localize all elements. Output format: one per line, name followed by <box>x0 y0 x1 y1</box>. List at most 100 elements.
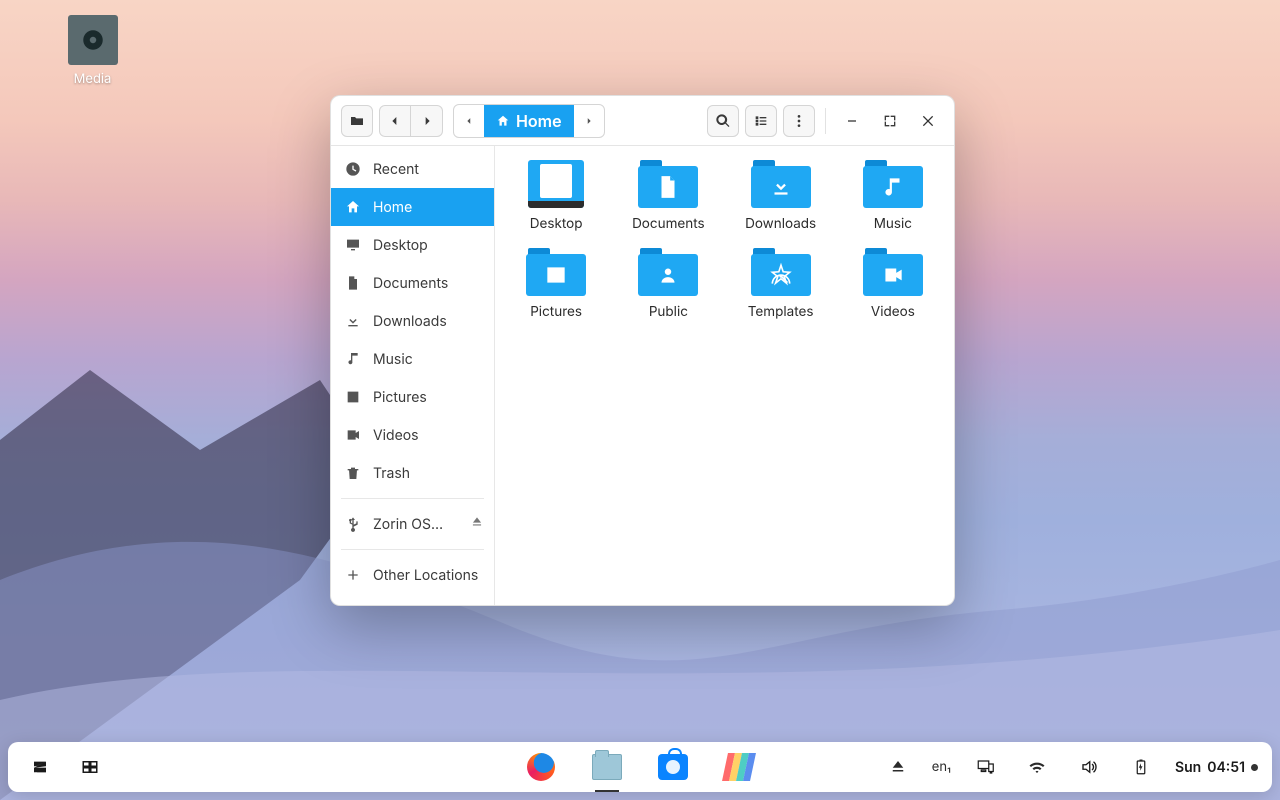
sidebar-item-label: Recent <box>373 161 419 178</box>
hamburger-menu-button[interactable] <box>783 105 815 137</box>
folder-icon <box>751 160 811 208</box>
videos-icon <box>345 427 361 443</box>
desktop-icon-media[interactable]: Media <box>55 15 130 87</box>
sidebar-item-label: Downloads <box>373 313 447 330</box>
tray-eject[interactable] <box>880 749 916 785</box>
back-button[interactable] <box>379 105 411 137</box>
usb-icon <box>345 516 361 532</box>
tray-power[interactable] <box>1123 749 1159 785</box>
folder-pictures[interactable]: Pictures <box>505 248 607 320</box>
sidebar-item-downloads[interactable]: Downloads <box>331 302 494 340</box>
titlebar: Home <box>331 96 954 146</box>
sidebar-item-other-locations[interactable]: Other Locations <box>331 556 494 594</box>
folder-view[interactable]: Desktop Documents Downloads Music Pictures Pu… <box>495 146 954 605</box>
close-button[interactable] <box>912 105 944 137</box>
clock-day: Sun <box>1175 759 1201 776</box>
files-app-button[interactable] <box>341 105 373 137</box>
dock-appearance[interactable] <box>721 749 757 785</box>
taskbar: en₁ Sun 04:51 <box>8 742 1272 792</box>
workspaces-button[interactable] <box>72 749 108 785</box>
tray-display[interactable] <box>967 749 1003 785</box>
download-icon <box>345 313 361 329</box>
dock-software-store[interactable] <box>655 749 691 785</box>
folder-label: Pictures <box>505 304 607 320</box>
sidebar-item-label: Trash <box>373 465 410 482</box>
folder-icon <box>863 160 923 208</box>
dock-files[interactable] <box>589 749 625 785</box>
plus-icon <box>345 567 361 583</box>
sidebar-item-music[interactable]: Music <box>331 340 494 378</box>
maximize-icon <box>882 113 898 129</box>
home-icon <box>496 114 510 128</box>
firefox-icon <box>527 753 555 781</box>
eject-icon <box>889 758 907 776</box>
folder-label: Videos <box>842 304 944 320</box>
sidebar-item-documents[interactable]: Documents <box>331 264 494 302</box>
folder-label: Documents <box>617 216 719 232</box>
folder-label: Templates <box>730 304 832 320</box>
path-bar: Home <box>453 104 605 138</box>
folder-music[interactable]: Music <box>842 160 944 232</box>
folder-videos[interactable]: Videos <box>842 248 944 320</box>
sidebar-item-label: Music <box>373 351 413 368</box>
path-prev-button[interactable] <box>454 105 484 137</box>
sidebar-item-desktop[interactable]: Desktop <box>331 226 494 264</box>
view-toggle-button[interactable] <box>745 105 777 137</box>
sidebar-item-device-zorin[interactable]: Zorin OS… <box>331 505 494 543</box>
sidebar-item-label: Home <box>373 199 412 216</box>
folder-templates[interactable]: Templates <box>730 248 832 320</box>
sidebar: Recent Home Desktop Documents Downloads … <box>331 146 495 605</box>
folder-label: Desktop <box>505 216 607 232</box>
list-icon <box>753 113 769 129</box>
folder-desktop[interactable]: Desktop <box>505 160 607 232</box>
trash-icon <box>345 465 361 481</box>
minimize-button[interactable] <box>836 105 868 137</box>
battery-icon <box>1132 758 1150 776</box>
sidebar-item-label: Documents <box>373 275 448 292</box>
forward-button[interactable] <box>411 105 443 137</box>
folder-icon <box>526 248 586 296</box>
tray-language[interactable]: en₁ <box>932 759 951 775</box>
files-icon <box>592 754 622 780</box>
path-crumb-label: Home <box>516 111 562 131</box>
sidebar-item-videos[interactable]: Videos <box>331 416 494 454</box>
appearance-icon <box>725 753 753 781</box>
nav-group <box>379 105 443 137</box>
tray-network[interactable] <box>1019 749 1055 785</box>
sidebar-item-recent[interactable]: Recent <box>331 150 494 188</box>
path-crumb-home[interactable]: Home <box>484 105 574 137</box>
folder-icon <box>528 160 584 208</box>
sidebar-item-label: Pictures <box>373 389 427 406</box>
zorin-logo-icon <box>31 758 49 776</box>
desktop-icon-label: Media <box>55 71 130 87</box>
display-icon <box>976 758 994 776</box>
kebab-icon <box>791 113 807 129</box>
tray-volume[interactable] <box>1071 749 1107 785</box>
search-button[interactable] <box>707 105 739 137</box>
clock-icon <box>345 161 361 177</box>
folder-icon <box>638 248 698 296</box>
folder-downloads[interactable]: Downloads <box>730 160 832 232</box>
notification-dot-icon <box>1251 764 1258 771</box>
start-menu-button[interactable] <box>22 749 58 785</box>
file-manager-window: Home Recent Home Desktop <box>330 95 955 606</box>
sidebar-item-label: Zorin OS… <box>373 516 443 533</box>
sidebar-item-label: Other Locations <box>373 567 478 584</box>
eject-button[interactable] <box>470 515 484 533</box>
sidebar-item-label: Desktop <box>373 237 428 254</box>
sidebar-item-trash[interactable]: Trash <box>331 454 494 492</box>
folder-public[interactable]: Public <box>617 248 719 320</box>
folder-icon <box>751 248 811 296</box>
folder-documents[interactable]: Documents <box>617 160 719 232</box>
sidebar-item-home[interactable]: Home <box>331 188 494 226</box>
document-icon <box>345 275 361 291</box>
tray-clock[interactable]: Sun 04:51 <box>1175 759 1258 776</box>
folder-label: Music <box>842 216 944 232</box>
minimize-icon <box>844 113 860 129</box>
maximize-button[interactable] <box>874 105 906 137</box>
dock-firefox[interactable] <box>523 749 559 785</box>
path-next-button[interactable] <box>574 105 604 137</box>
sidebar-item-pictures[interactable]: Pictures <box>331 378 494 416</box>
music-icon <box>345 351 361 367</box>
desktop-icon <box>345 237 361 253</box>
